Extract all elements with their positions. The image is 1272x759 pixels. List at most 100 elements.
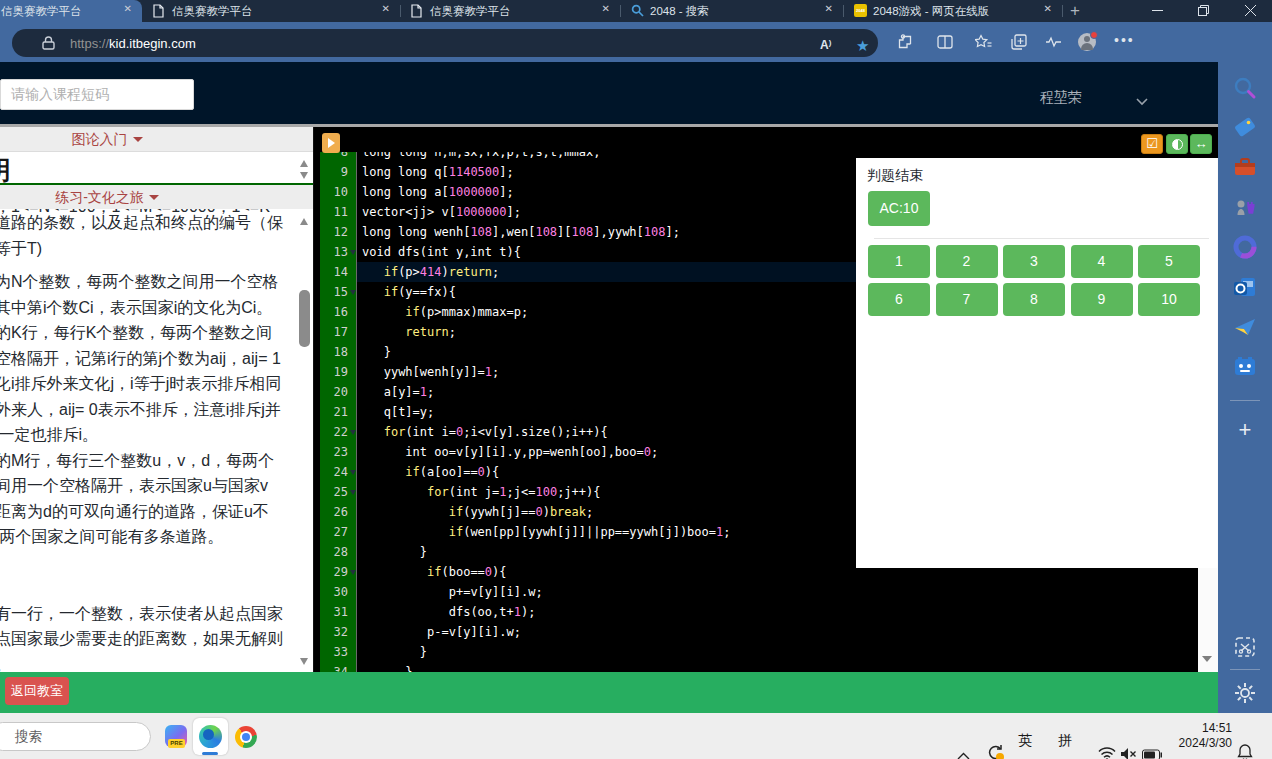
split-screen-icon[interactable] <box>937 34 953 50</box>
volume-muted-icon[interactable] <box>1120 731 1137 759</box>
sidebar-drop-icon[interactable] <box>1232 314 1258 340</box>
line-number[interactable]: 12 <box>320 222 357 242</box>
line-number[interactable]: 18 <box>320 342 357 362</box>
unit-title-bar[interactable]: 图论入门 <box>0 127 313 152</box>
url-field[interactable]: https://kid.itbegin.com A) ★ <box>12 29 878 57</box>
favorite-star-icon[interactable]: ★ <box>856 37 869 55</box>
test-case-button-9[interactable]: 9 <box>1071 283 1133 316</box>
line-number[interactable]: 28 <box>320 542 357 562</box>
expand-button[interactable]: ↔ <box>1190 134 1212 154</box>
line-number[interactable]: 30 <box>320 582 357 602</box>
test-case-button-6[interactable]: 6 <box>868 283 930 316</box>
lesson-title-bar[interactable]: 练习-文化之旅 <box>0 185 313 209</box>
fold-arrow-icon[interactable] <box>350 470 356 475</box>
code-line-33[interactable]: 33 } <box>314 642 1218 662</box>
sidebar-tools-icon[interactable] <box>1232 154 1258 180</box>
browser-profile-avatar[interactable] <box>1078 33 1096 51</box>
extensions-icon[interactable] <box>897 34 913 50</box>
sidebar-games-icon[interactable] <box>1232 194 1258 220</box>
user-menu-caret-icon[interactable] <box>1136 98 1148 106</box>
sidebar-settings-icon[interactable] <box>1232 680 1258 706</box>
taskbar-clock[interactable]: 14:512024/3/30 <box>1162 721 1232 751</box>
taskbar-search-box[interactable]: 搜索 <box>0 722 151 751</box>
tab-close-icon[interactable]: ✕ <box>825 3 833 14</box>
taskbar-edge-icon[interactable] <box>193 718 228 755</box>
back-to-classroom-button[interactable]: 返回教室 <box>5 677 69 705</box>
run-button[interactable] <box>322 133 340 153</box>
course-code-input[interactable]: 请输入课程短码 <box>0 79 194 110</box>
read-aloud-icon[interactable]: A) <box>820 38 831 52</box>
line-number[interactable]: 9 <box>320 162 357 182</box>
browser-tab-2[interactable]: 信奥赛教学平台✕ <box>142 0 400 22</box>
browser-tab-4[interactable]: 2048 - 搜索✕ <box>620 0 843 22</box>
line-number[interactable]: 17 <box>320 322 357 342</box>
code-line-34[interactable]: 34 } <box>314 662 1218 672</box>
ime-mode-indicator[interactable]: 拼 <box>1058 732 1072 750</box>
fold-arrow-icon[interactable] <box>350 250 356 255</box>
line-number[interactable]: 11 <box>320 202 357 222</box>
line-number[interactable]: 34 <box>320 662 357 672</box>
line-number[interactable]: 26 <box>320 502 357 522</box>
line-number[interactable]: 33 <box>320 642 357 662</box>
code-editor[interactable]: 8long long n,m,sx,fx,p,t,s,t,mmax;9long … <box>314 127 1218 672</box>
test-case-button-10[interactable]: 10 <box>1138 283 1200 316</box>
window-minimize-button[interactable] <box>1137 0 1177 22</box>
code-line-30[interactable]: 30 p+=v[y][i].w; <box>314 582 1218 602</box>
browser-menu-icon[interactable]: ••• <box>1114 32 1135 48</box>
line-number[interactable]: 23 <box>320 442 357 462</box>
window-restore-button[interactable] <box>1183 0 1223 22</box>
problem-scroll-up-icon[interactable] <box>300 218 308 225</box>
sidebar-shopping-icon[interactable] <box>1232 114 1258 140</box>
test-case-button-5[interactable]: 5 <box>1138 245 1200 278</box>
taskbar-chrome-icon[interactable] <box>235 726 257 748</box>
sidebar-snip-icon[interactable] <box>1232 634 1258 660</box>
fold-arrow-icon[interactable] <box>350 490 356 495</box>
score-badge[interactable]: AC:10 <box>868 191 930 226</box>
favorites-icon[interactable] <box>975 34 992 50</box>
line-number[interactable]: 31 <box>320 602 357 622</box>
browser-tab-1[interactable]: 信奥赛教学平台✕ <box>0 0 142 22</box>
test-case-button-1[interactable]: 1 <box>868 245 930 278</box>
sidebar-image-creator-icon[interactable] <box>1232 354 1258 380</box>
username[interactable]: 程堃荣 <box>1040 89 1082 107</box>
problem-scrollbar-thumb[interactable] <box>299 290 310 347</box>
sidebar-loop-icon[interactable] <box>1232 234 1258 260</box>
new-tab-button[interactable]: + <box>1063 0 1087 22</box>
sidebar-add-icon[interactable]: + <box>1232 417 1258 443</box>
sidebar-search-icon[interactable] <box>1232 75 1258 101</box>
browser-tab-3[interactable]: 信奥赛教学平台✕ <box>400 0 620 22</box>
code-line-32[interactable]: 32 p-=v[y][i].w; <box>314 622 1218 642</box>
heading-scroll-up-icon[interactable] <box>300 160 308 167</box>
window-close-button[interactable] <box>1230 0 1270 22</box>
fold-arrow-icon[interactable] <box>350 570 356 575</box>
line-number[interactable]: 32 <box>320 622 357 642</box>
theme-toggle-button[interactable] <box>1166 134 1188 154</box>
line-number[interactable]: 10 <box>320 182 357 202</box>
unit-title[interactable]: 图论入门 <box>72 131 128 147</box>
collections-icon[interactable] <box>1011 34 1027 50</box>
editor-scroll-down-icon[interactable] <box>1202 656 1212 662</box>
line-number[interactable]: 21 <box>320 402 357 422</box>
tab-close-icon[interactable]: ✕ <box>602 3 610 14</box>
tab-close-icon[interactable]: ✕ <box>1044 3 1052 14</box>
sidebar-outlook-icon[interactable] <box>1232 274 1258 300</box>
ime-language-indicator[interactable]: 英 <box>1018 732 1032 750</box>
taskbar-overflow-icon[interactable] <box>957 733 970 759</box>
tab-close-icon[interactable]: ✕ <box>382 3 390 14</box>
fold-arrow-icon[interactable] <box>350 430 356 435</box>
test-case-button-8[interactable]: 8 <box>1003 283 1065 316</box>
line-number[interactable]: 20 <box>320 382 357 402</box>
line-number[interactable]: 14 <box>320 262 357 282</box>
heading-scroll-down-icon[interactable] <box>300 172 308 179</box>
wifi-icon[interactable] <box>1098 731 1116 759</box>
tab-close-icon[interactable]: ✕ <box>124 3 132 14</box>
test-case-button-2[interactable]: 2 <box>936 245 998 278</box>
judge-button[interactable]: ☑ <box>1141 134 1163 154</box>
line-number[interactable]: 27 <box>320 522 357 542</box>
lesson-title[interactable]: 练习-文化之旅 <box>55 189 144 205</box>
browser-essentials-icon[interactable] <box>1045 34 1062 50</box>
battery-icon[interactable] <box>1142 732 1162 759</box>
copilot-icon[interactable]: PRE <box>165 725 187 747</box>
browser-tab-5[interactable]: 20482048游戏 - 网页在线版✕ <box>843 0 1062 22</box>
code-line-31[interactable]: 31 dfs(oo,t+1); <box>314 602 1218 622</box>
